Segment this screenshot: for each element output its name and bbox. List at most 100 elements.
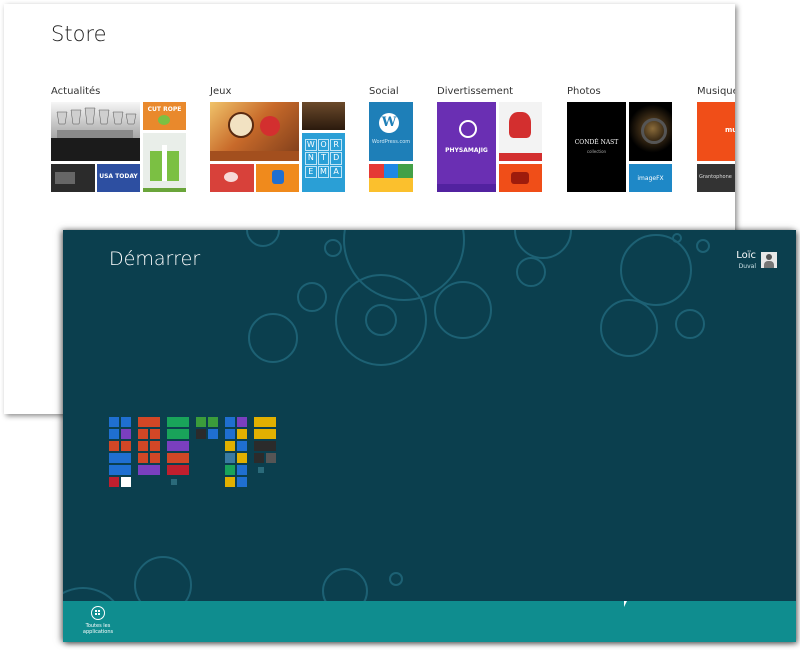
entertainment-tile-orange[interactable] [499, 164, 542, 192]
category-divertissement[interactable]: Divertissement PHYSAMAJIG [437, 86, 542, 192]
tile-mini[interactable] [225, 429, 235, 439]
trophies-icon [51, 107, 140, 161]
user-first-name[interactable]: Loïc [736, 250, 756, 261]
tile-mini[interactable] [237, 465, 247, 475]
tile-mini[interactable] [138, 453, 148, 463]
tile-mini[interactable] [196, 429, 206, 439]
conde-nast-tile[interactable]: CONDÉ NAST collection [567, 102, 626, 192]
news-tile-dark[interactable] [51, 164, 95, 192]
cut-the-rope-tile[interactable]: CUT ROPE [143, 102, 186, 130]
category-actualites[interactable]: Actualités CUT ROPE USA TODAY [51, 86, 186, 192]
tile-mini[interactable] [109, 453, 131, 463]
tile-mini[interactable] [254, 453, 264, 463]
trophies-tile[interactable] [51, 102, 140, 161]
tile-mini[interactable] [237, 441, 247, 451]
tile-mini[interactable] [208, 417, 218, 427]
game-art-tile[interactable] [210, 102, 299, 161]
tile-mini[interactable] [138, 417, 160, 427]
category-label-actualites[interactable]: Actualités [51, 86, 100, 100]
tile-mini[interactable] [225, 477, 235, 487]
word-letter: W [305, 139, 317, 152]
tile-mini[interactable] [196, 417, 206, 427]
tile-mini[interactable] [109, 417, 119, 427]
word-grid: W O R N T D E M A [305, 139, 342, 178]
tile-mini[interactable] [138, 441, 148, 451]
lens-icon [641, 118, 667, 144]
tile-mini[interactable] [171, 479, 177, 485]
tile-mini[interactable] [138, 429, 148, 439]
tile-mini[interactable] [225, 465, 235, 475]
category-label-divertissement[interactable]: Divertissement [437, 86, 513, 100]
category-label-social[interactable]: Social [369, 86, 399, 100]
tile-mini[interactable] [109, 465, 131, 475]
mouse-cursor-icon [624, 601, 627, 607]
tile-mini[interactable] [225, 441, 235, 451]
tile-mini[interactable] [225, 453, 235, 463]
tile-mini[interactable] [109, 429, 119, 439]
tile-mini[interactable] [266, 453, 276, 463]
tile-mini[interactable] [237, 429, 247, 439]
imagefx-tile[interactable]: imageFX [629, 164, 672, 192]
wordpress-icon: W [379, 113, 399, 133]
game-tile-orange[interactable] [256, 164, 299, 192]
tile-mini[interactable] [254, 429, 276, 439]
category-social[interactable]: Social W WordPress.com [369, 86, 413, 192]
tile-mini[interactable] [121, 417, 131, 427]
tile-mini[interactable] [121, 477, 131, 487]
category-label-photos[interactable]: Photos [567, 86, 601, 100]
tile-mini[interactable] [208, 429, 218, 439]
tile-mini[interactable] [138, 465, 160, 475]
category-jeux[interactable]: Jeux W O R N T D E M A [210, 86, 345, 192]
color-block [398, 164, 413, 178]
tile-mini[interactable] [109, 477, 119, 487]
tile-mini[interactable] [254, 417, 276, 427]
music-tile-orange[interactable]: mus [697, 102, 735, 161]
game-tile-brown[interactable] [302, 102, 345, 130]
category-musique[interactable]: Musique mus Grantophone [697, 86, 735, 192]
user-last-name[interactable]: Duval [739, 263, 756, 270]
category-label-musique[interactable]: Musique [697, 86, 735, 100]
camera-lens-tile[interactable] [629, 102, 672, 161]
gift-tile[interactable] [143, 133, 186, 192]
category-photos[interactable]: Photos CONDÉ NAST collection imageFX [567, 86, 672, 192]
tile-mini[interactable] [121, 429, 131, 439]
paint-icon [509, 112, 531, 138]
wordpress-caption: WordPress.com [371, 139, 411, 145]
physamajig-tile[interactable]: PHYSAMAJIG [437, 102, 496, 192]
word-game-tile[interactable]: W O R N T D E M A [302, 133, 345, 192]
tile-mini[interactable] [237, 477, 247, 487]
avatar[interactable] [761, 252, 777, 268]
semantic-zoom-tile-groups[interactable] [109, 417, 289, 492]
wordpress-tile[interactable]: W WordPress.com [369, 102, 413, 161]
tile-mini[interactable] [167, 465, 189, 475]
tile-mini[interactable] [237, 453, 247, 463]
tile-mini[interactable] [167, 429, 189, 439]
tile-mini[interactable] [258, 467, 264, 473]
tile-mini[interactable] [150, 453, 160, 463]
tile-mini[interactable] [225, 417, 235, 427]
tile-mini[interactable] [109, 441, 119, 451]
music-tile-dark[interactable]: Grantophone [697, 164, 735, 192]
word-letter: O [317, 139, 330, 152]
imagefx-text: imageFX [637, 175, 664, 182]
paint-tile[interactable] [499, 102, 542, 161]
store-title: Store [51, 22, 107, 46]
category-label-jeux[interactable]: Jeux [210, 86, 231, 100]
physamajig-text: PHYSAMAJIG [445, 147, 488, 154]
all-apps-button[interactable]: Toutes les applications [80, 606, 116, 640]
game-tile-red[interactable] [210, 164, 254, 192]
music-tile-text: mus [725, 126, 735, 134]
tile-mini[interactable] [150, 429, 160, 439]
tile-mini[interactable] [121, 441, 131, 451]
tile-mini[interactable] [254, 441, 276, 451]
app-bar: Toutes les applications [63, 601, 796, 642]
tile-mini[interactable] [150, 441, 160, 451]
usa-today-tile[interactable]: USA TODAY [97, 164, 140, 192]
tile-mini[interactable] [237, 417, 247, 427]
tile-mini[interactable] [167, 453, 189, 463]
social-tile-colorful[interactable] [369, 164, 413, 192]
news-thumb-icon [55, 172, 75, 184]
purple-bar [437, 184, 496, 192]
tile-mini[interactable] [167, 417, 189, 427]
tile-mini[interactable] [167, 441, 189, 451]
